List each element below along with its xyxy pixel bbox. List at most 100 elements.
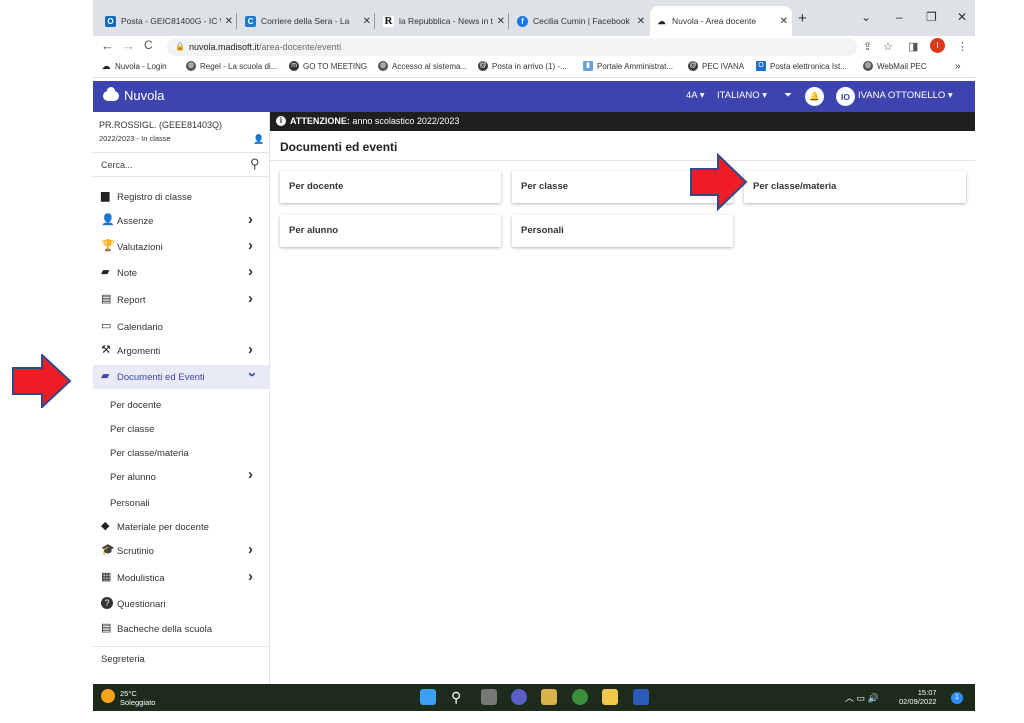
globe-icon: ◍ — [186, 61, 196, 71]
facebook-icon: f — [517, 15, 528, 27]
sidebar-item-bacheche[interactable]: ▤ Bacheche della scuola — [93, 617, 270, 641]
sidepanel-icon[interactable]: ◨ — [908, 40, 918, 53]
sidebar-item-documenti-eventi[interactable]: ▰ Documenti ed Eventi › — [93, 365, 270, 389]
task-view-icon[interactable] — [481, 689, 497, 705]
sidebar-item-registro[interactable]: ▆ Registro di classe — [93, 185, 270, 209]
file-explorer-icon[interactable] — [602, 689, 618, 705]
sidebar-item-label: Scrutinio — [117, 546, 154, 557]
corriere-icon: C — [245, 15, 256, 27]
chrome-icon[interactable] — [572, 689, 588, 705]
tab-facebook[interactable]: f Cecilia Cumin | Facebook ✕ — [511, 9, 649, 33]
share-icon[interactable]: ⇪ — [863, 40, 872, 53]
menu-icon[interactable]: ⋮ — [957, 40, 968, 53]
new-tab-button[interactable]: + — [798, 10, 807, 27]
system-tray[interactable]: ︿ ▭ 🔊 — [845, 691, 879, 704]
close-window-button[interactable]: ✕ — [957, 10, 967, 24]
tab-corriere[interactable]: C Corriere della Sera - La ✕ — [239, 9, 375, 33]
bookmark-accesso[interactable]: ◍ Accesso al sistema... — [378, 61, 467, 71]
subitem-per-alunno[interactable]: Per alunno › — [110, 466, 253, 483]
sidebar-item-valutazioni[interactable]: 🏆 Valutazioni › — [93, 235, 270, 259]
sidebar-item-questionari[interactable]: ? Questionari — [93, 592, 270, 616]
minimize-button[interactable]: – — [896, 10, 903, 24]
sidebar-item-label: Valutazioni — [117, 242, 163, 253]
card-personali[interactable]: Personali — [512, 215, 733, 247]
sidebar-item-label: Note — [117, 268, 138, 279]
notice-text: ATTENZIONE: anno scolastico 2022/2023 — [290, 116, 459, 126]
sidebar-item-scrutinio[interactable]: 🎓 Scrutinio › — [93, 539, 270, 563]
sidebar-item-label: Report — [117, 295, 146, 306]
bookmark-regel[interactable]: ◍ Regel - La scuola di... — [186, 61, 277, 71]
close-icon[interactable]: ✕ — [363, 16, 371, 27]
subitem-per-classe-materia[interactable]: Per classe/materia — [110, 448, 189, 459]
widgets-icon[interactable] — [541, 689, 557, 705]
app-logo[interactable]: Nuvola — [103, 86, 165, 103]
address-bar[interactable]: 🔒 nuvola.madisoft.it/area-docente/eventi — [167, 38, 857, 56]
sidebar-item-argomenti[interactable]: ⚒ Argomenti › — [93, 339, 270, 363]
restore-button[interactable]: ❐ — [926, 10, 937, 24]
sidebar: PR.ROSSIGL. (GEEE81403Q) 2022/2023 - In … — [93, 112, 270, 684]
tab-posta[interactable]: O Posta - GEIC81400G - IC \ ✕ — [99, 9, 237, 33]
notice-message: anno scolastico 2022/2023 — [352, 116, 460, 126]
bell-icon[interactable]: 🔔 — [805, 87, 824, 106]
tab-title: Posta - GEIC81400G - IC \ — [121, 16, 221, 26]
notification-icon[interactable]: 1 — [951, 692, 963, 704]
tab-nuvola[interactable]: ☁ Nuvola - Area docente ✕ — [650, 6, 792, 36]
bookmark-nuvola[interactable]: ☁ Nuvola - Login — [101, 61, 167, 71]
star-icon[interactable]: ☆ — [883, 40, 893, 53]
tab-search-icon[interactable]: ⌄ — [861, 10, 871, 24]
sidebar-item-note[interactable]: ▰ Note › — [93, 261, 270, 285]
sidebar-item-materiale[interactable]: ◆ Materiale per docente — [93, 515, 270, 539]
app-name: Nuvola — [124, 88, 165, 103]
bookmark-portale[interactable]: ▮ Portale Amministrat... — [583, 61, 673, 71]
user-avatar[interactable]: IO — [836, 87, 855, 106]
chevron-right-icon: › — [248, 237, 253, 254]
tab-repubblica[interactable]: R la Repubblica - News in t ✕ — [377, 9, 509, 33]
sidebar-item-segreteria[interactable]: Segreteria — [93, 646, 270, 672]
reload-icon[interactable]: C — [144, 38, 153, 52]
user-settings-icon[interactable]: 👤 — [253, 134, 264, 145]
windows-start-icon[interactable] — [420, 689, 436, 705]
close-icon[interactable]: ✕ — [780, 16, 788, 27]
sidebar-item-modulistica[interactable]: ▦ Modulistica › — [93, 566, 270, 590]
search-icon[interactable]: ⚲ — [451, 689, 467, 705]
close-icon[interactable]: ✕ — [225, 16, 233, 27]
filter-icon[interactable]: ⏷ — [784, 90, 792, 101]
date: 02/09/2022 — [899, 697, 937, 706]
bookmark-gotomeeting[interactable]: m GO TO MEETING — [289, 61, 367, 71]
search-placeholder: Cerca... — [101, 160, 133, 170]
subitem-personali[interactable]: Personali — [110, 498, 150, 509]
bookmark-webmail[interactable]: ◍ WebMail PEC — [863, 61, 927, 71]
search-icon[interactable]: ⚲ — [250, 156, 260, 172]
more-bookmarks-icon[interactable]: » — [955, 61, 961, 72]
url-path: /area-docente/eventi — [259, 42, 342, 52]
card-per-alunno[interactable]: Per alunno — [280, 215, 501, 247]
chat-icon[interactable] — [511, 689, 527, 705]
forms-icon: ▦ — [101, 571, 112, 583]
chevron-right-icon: › — [248, 211, 253, 228]
folder-open-icon: ▰ — [101, 370, 110, 382]
back-icon[interactable]: ← — [101, 38, 114, 53]
close-icon[interactable]: ✕ — [637, 16, 645, 27]
close-icon[interactable]: ✕ — [497, 16, 505, 27]
bookmark-label: WebMail PEC — [877, 61, 927, 71]
clock[interactable]: 15:07 02/09/2022 — [899, 688, 937, 706]
subitem-per-classe[interactable]: Per classe — [110, 424, 154, 435]
card-per-docente[interactable]: Per docente — [280, 171, 501, 203]
sidebar-item-report[interactable]: ▤ Report › — [93, 288, 270, 312]
word-icon[interactable] — [633, 689, 649, 705]
subject-selector[interactable]: ITALIANO ▾ — [717, 90, 767, 101]
profile-avatar[interactable]: I — [930, 38, 945, 53]
sidebar-item-calendario[interactable]: ▭ Calendario — [93, 315, 270, 339]
search-field[interactable]: Cerca... ⚲ — [93, 152, 270, 177]
class-selector[interactable]: 4A ▾ — [686, 90, 705, 101]
forward-icon[interactable]: → — [122, 38, 135, 53]
weather-widget[interactable]: 25°C Soleggiato — [101, 689, 155, 707]
bookmark-pec[interactable]: @ PEC IVANA — [688, 61, 744, 71]
bookmark-posta-elettronica[interactable]: O Posta elettronica Ist... — [756, 61, 847, 71]
board-icon: ▤ — [101, 622, 112, 634]
bookmark-posta[interactable]: @ Posta in arrivo (1) -... — [478, 61, 567, 71]
sidebar-item-assenze[interactable]: 👤 Assenze › — [93, 209, 270, 233]
subitem-per-docente[interactable]: Per docente — [110, 400, 161, 411]
card-per-classe-materia[interactable]: Per classe/materia — [744, 171, 966, 203]
user-menu[interactable]: IVANA OTTONELLO ▾ — [858, 90, 953, 101]
